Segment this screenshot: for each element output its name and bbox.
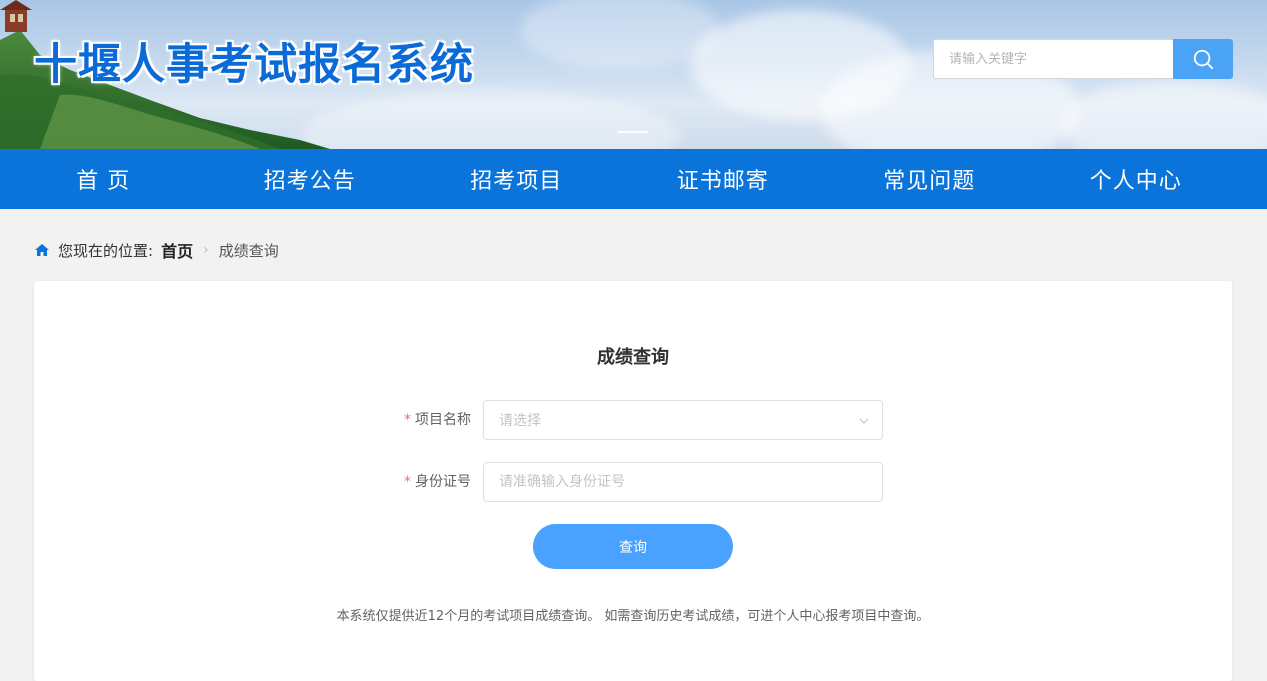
breadcrumb-current: 成绩查询 xyxy=(218,241,279,260)
nav-item-personal-center[interactable]: 个人中心 xyxy=(1033,149,1240,209)
nav-item-certificate-mailing[interactable]: 证书邮寄 xyxy=(620,149,827,209)
id-field-wrapper xyxy=(483,462,883,502)
nav-item-faq[interactable]: 常见问题 xyxy=(826,149,1033,209)
banner-cloud xyxy=(1060,80,1267,149)
breadcrumb-prefix: 您现在的位置: xyxy=(58,241,154,260)
breadcrumb-home-link[interactable]: 首页 xyxy=(161,238,193,262)
header-banner: 十堰人事考试报名系统 xyxy=(0,0,1267,149)
main-nav: 首 页 招考公告 招考项目 证书邮寄 常见问题 个人中心 xyxy=(0,149,1267,209)
id-number-input[interactable] xyxy=(499,474,867,490)
nav-item-home[interactable]: 首 页 xyxy=(0,149,207,209)
project-select[interactable]: 请选择 xyxy=(483,400,883,440)
required-mark: * xyxy=(404,412,411,428)
id-row: * 身份证号 xyxy=(34,462,1232,502)
search-button[interactable] xyxy=(1173,39,1233,79)
search-bar xyxy=(933,39,1233,79)
project-label: * 项目名称 xyxy=(404,400,471,440)
page-title: 成绩查询 xyxy=(597,347,669,368)
id-label: * 身份证号 xyxy=(404,462,471,502)
project-row: * 项目名称 请选择 xyxy=(34,400,1232,440)
project-select-placeholder: 请选择 xyxy=(499,413,541,429)
search-input[interactable] xyxy=(933,39,1173,79)
home-icon xyxy=(35,244,49,256)
site-title[interactable]: 十堰人事考试报名系统 xyxy=(34,30,474,92)
breadcrumb-separator: › xyxy=(203,242,209,258)
id-label-text: 身份证号 xyxy=(415,474,471,490)
query-button[interactable]: 查询 xyxy=(533,524,733,569)
score-query-card: 成绩查询 *项目名称 请选择 *身份证号 查询 本系统仅提供近12个月的考试项目… xyxy=(34,281,1232,681)
required-mark: * xyxy=(404,474,411,490)
nav-item-announcements[interactable]: 招考公告 xyxy=(207,149,414,209)
chevron-down-icon xyxy=(859,418,869,424)
nav-item-exam-projects[interactable]: 招考项目 xyxy=(413,149,620,209)
search-icon xyxy=(1193,49,1214,70)
project-label-text: 项目名称 xyxy=(415,412,471,428)
banner-indicator xyxy=(618,131,648,133)
query-note: 本系统仅提供近12个月的考试项目成绩查询。 如需查询历史考试成绩，可进个人中心报… xyxy=(336,609,930,624)
breadcrumb: 您现在的位置: 首页 › 成绩查询 xyxy=(34,238,279,262)
banner-cloud xyxy=(300,90,680,149)
